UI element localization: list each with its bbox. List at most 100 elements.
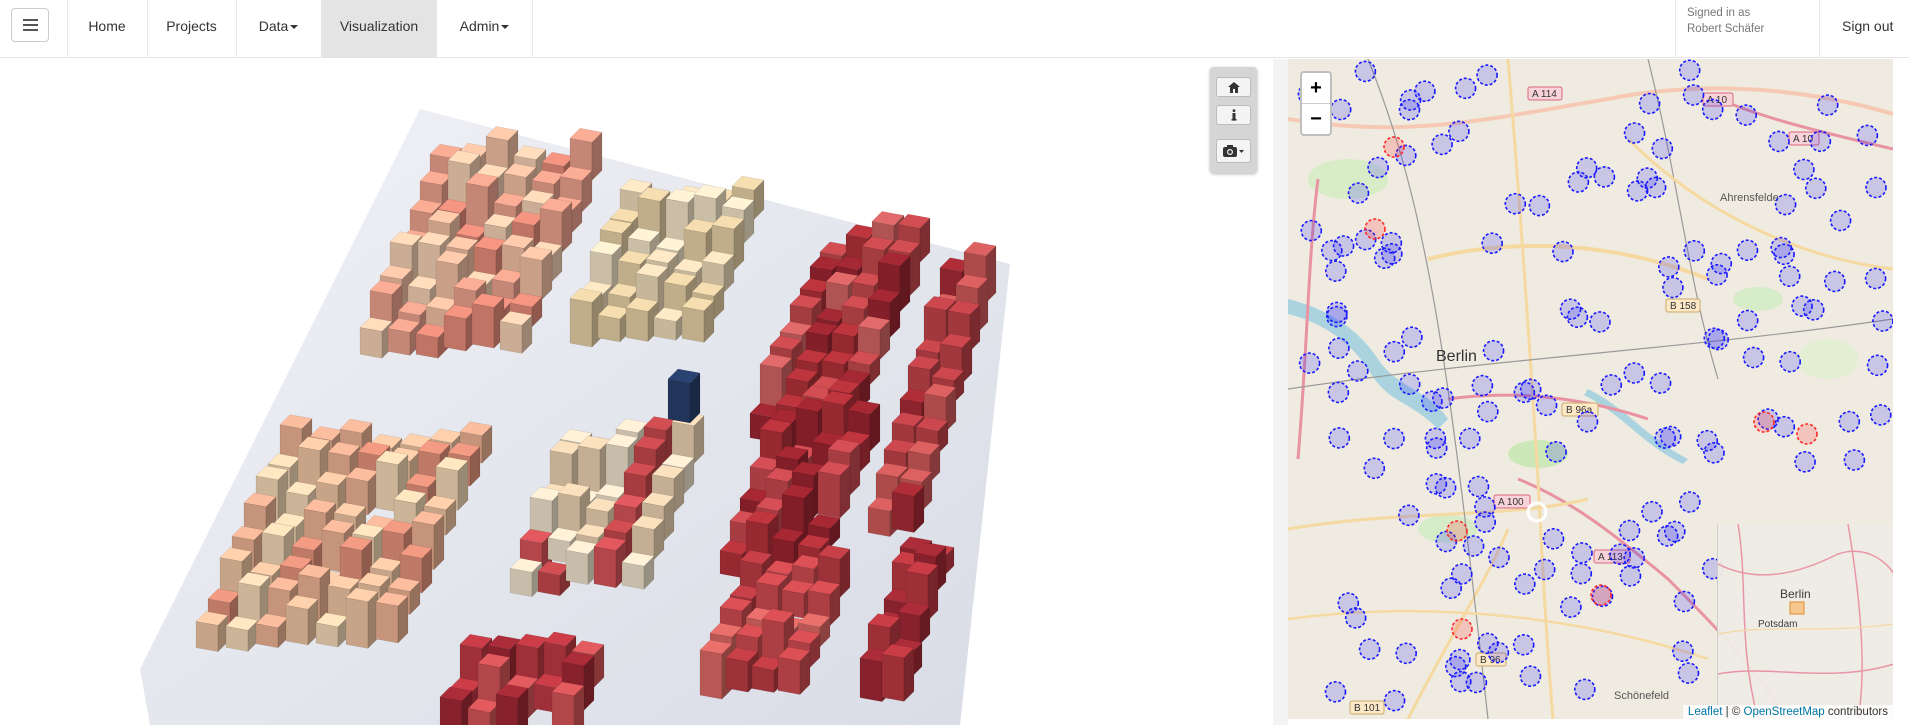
station-marker[interactable] <box>1504 192 1527 215</box>
station-marker-alert[interactable] <box>1383 136 1405 158</box>
station-marker[interactable] <box>1326 301 1348 324</box>
station-marker[interactable] <box>1320 239 1343 262</box>
minimap[interactable]: Berlin Potsdam <box>1717 523 1893 719</box>
nav-data-dropdown[interactable]: Data <box>236 0 321 58</box>
station-marker[interactable] <box>1774 193 1797 216</box>
station-marker[interactable] <box>1742 346 1765 369</box>
leaflet-link[interactable]: Leaflet <box>1688 706 1723 718</box>
station-marker[interactable] <box>1454 77 1477 100</box>
station-marker[interactable] <box>1662 276 1684 299</box>
station-marker-alert[interactable] <box>1753 411 1775 433</box>
station-marker[interactable] <box>1816 94 1839 116</box>
station-marker[interactable] <box>1535 394 1558 417</box>
station-marker[interactable] <box>1328 337 1350 360</box>
station-marker[interactable] <box>1347 182 1370 204</box>
station-marker[interactable] <box>1654 427 1677 449</box>
station-marker[interactable] <box>1401 326 1423 349</box>
nav-admin-dropdown[interactable]: Admin <box>437 0 532 58</box>
nav-home[interactable]: Home <box>67 0 147 58</box>
station-marker[interactable] <box>1773 243 1795 266</box>
station-marker[interactable] <box>1477 400 1499 423</box>
station-marker[interactable] <box>1354 60 1377 83</box>
station-marker[interactable] <box>1736 309 1759 332</box>
station-marker[interactable] <box>1425 437 1448 459</box>
station-marker[interactable] <box>1344 607 1367 629</box>
station-marker-alert[interactable] <box>1446 520 1468 542</box>
station-marker[interactable] <box>1843 449 1866 471</box>
station-marker[interactable] <box>1380 232 1403 254</box>
station-marker[interactable] <box>1575 157 1598 179</box>
leaflet-map[interactable]: Berlin Ahrensfelde Schönefeld A 10 A 10 … <box>1288 59 1893 719</box>
station-marker[interactable] <box>1641 500 1663 523</box>
station-marker[interactable] <box>1838 410 1861 433</box>
station-marker[interactable] <box>1519 665 1542 688</box>
station-marker[interactable] <box>1794 450 1816 473</box>
station-marker[interactable] <box>1300 219 1323 242</box>
station-marker[interactable] <box>1383 340 1406 363</box>
station-marker[interactable] <box>1793 158 1815 181</box>
home-icon[interactable] <box>1216 77 1251 97</box>
info-icon[interactable] <box>1216 105 1251 125</box>
station-marker[interactable] <box>1477 632 1499 655</box>
station-marker[interactable] <box>1829 209 1852 232</box>
station-marker[interactable] <box>1656 525 1679 547</box>
station-marker[interactable] <box>1462 535 1485 557</box>
selected-marker[interactable] <box>1526 501 1548 523</box>
station-marker[interactable] <box>1651 137 1674 160</box>
station-marker[interactable] <box>1358 638 1381 661</box>
station-marker[interactable] <box>1545 440 1567 463</box>
station-marker[interactable] <box>1649 372 1672 394</box>
panel-splitter[interactable] <box>1273 59 1288 725</box>
station-marker[interactable] <box>1735 104 1758 126</box>
station-marker[interactable] <box>1619 565 1642 587</box>
station-marker[interactable] <box>1425 473 1448 495</box>
station-marker-alert[interactable] <box>1796 423 1818 445</box>
station-marker[interactable] <box>1778 265 1801 287</box>
station-marker[interactable] <box>1672 640 1694 663</box>
sign-out-link[interactable]: Sign out <box>1842 0 1893 52</box>
station-marker[interactable] <box>1542 527 1565 550</box>
camera-icon[interactable] <box>1216 139 1251 163</box>
station-marker[interactable] <box>1623 362 1646 384</box>
station-marker[interactable] <box>1589 311 1611 333</box>
station-marker[interactable] <box>1600 374 1623 396</box>
station-marker[interactable] <box>1856 124 1879 147</box>
station-marker-alert[interactable] <box>1451 618 1473 640</box>
station-marker[interactable] <box>1869 404 1892 426</box>
station-marker[interactable] <box>1576 410 1599 433</box>
station-marker[interactable] <box>1533 558 1556 581</box>
station-marker[interactable] <box>1383 689 1406 712</box>
station-marker[interactable] <box>1528 194 1551 217</box>
station-marker[interactable] <box>1398 373 1421 396</box>
station-marker[interactable] <box>1449 648 1471 671</box>
station-marker[interactable] <box>1809 130 1832 153</box>
station-marker[interactable] <box>1864 267 1887 290</box>
station-marker[interactable] <box>1482 339 1505 362</box>
station-marker[interactable] <box>1474 511 1496 533</box>
zoom-out-button[interactable]: − <box>1302 104 1330 134</box>
station-marker[interactable] <box>1865 176 1887 199</box>
station-marker[interactable] <box>1736 239 1759 261</box>
station-marker[interactable] <box>1488 546 1510 569</box>
station-marker[interactable] <box>1324 260 1347 282</box>
station-marker[interactable] <box>1398 504 1420 527</box>
station-marker[interactable] <box>1431 133 1453 156</box>
station-marker-alert[interactable] <box>1590 584 1612 606</box>
3d-city-view[interactable] <box>0 59 1273 725</box>
station-marker[interactable] <box>1703 327 1726 350</box>
osm-link[interactable]: OpenStreetMap <box>1744 706 1825 718</box>
station-marker[interactable] <box>1512 633 1535 656</box>
station-marker[interactable] <box>1823 270 1846 293</box>
station-marker[interactable] <box>1328 427 1351 449</box>
station-marker[interactable] <box>1866 354 1889 377</box>
station-marker[interactable] <box>1804 177 1827 200</box>
station-marker[interactable] <box>1476 64 1498 86</box>
station-marker[interactable] <box>1682 84 1705 106</box>
station-marker[interactable] <box>1398 98 1421 121</box>
station-marker[interactable] <box>1638 92 1661 115</box>
station-marker[interactable] <box>1657 256 1680 278</box>
station-marker[interactable] <box>1329 98 1352 121</box>
station-marker[interactable] <box>1791 295 1813 317</box>
station-marker[interactable] <box>1298 352 1321 374</box>
nav-projects[interactable]: Projects <box>147 0 236 58</box>
